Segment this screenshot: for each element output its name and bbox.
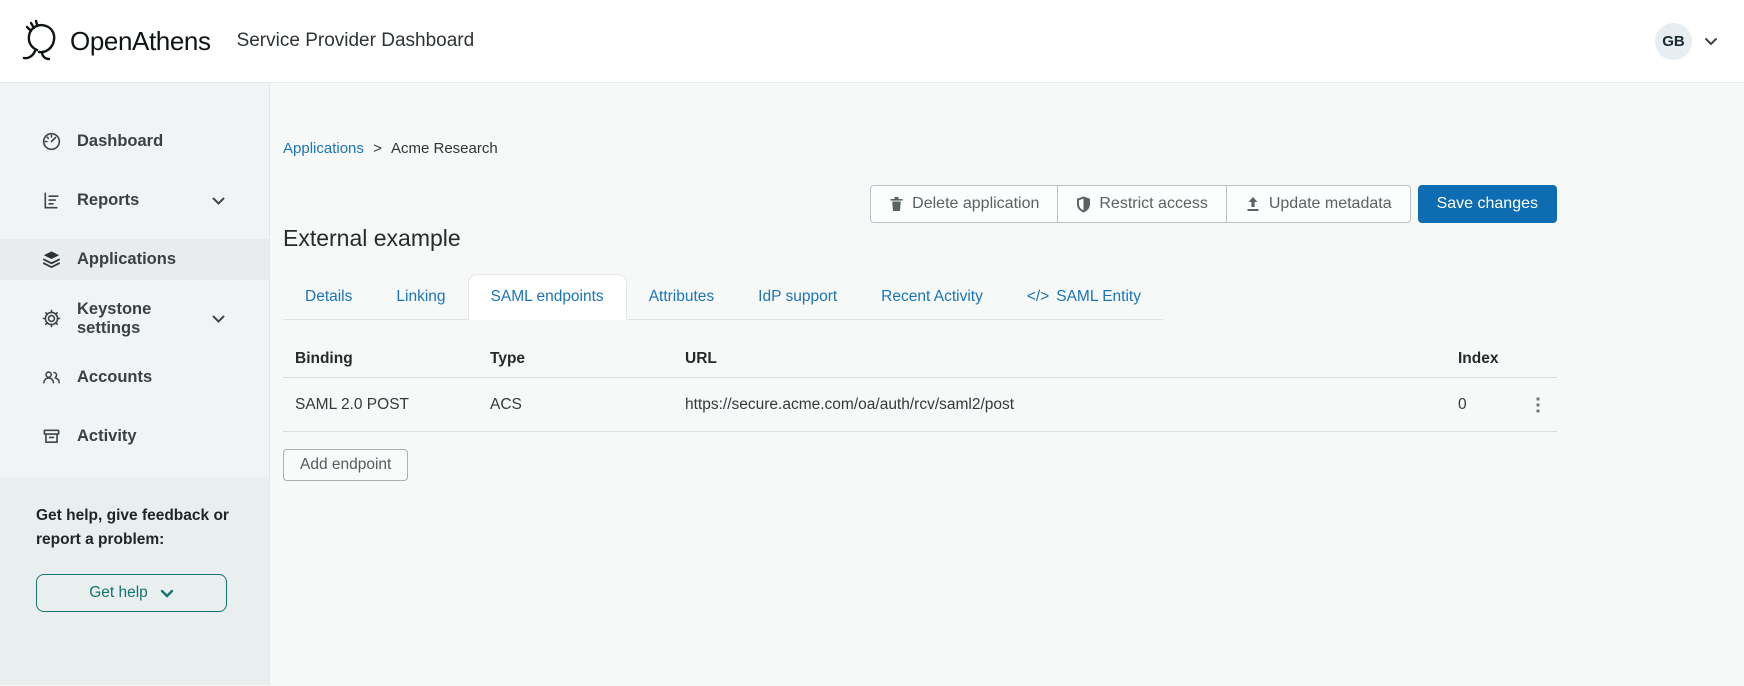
sidebar-item-label: Activity [77,427,137,445]
app-title: Service Provider Dashboard [236,30,475,51]
code-icon: </> [1026,288,1050,305]
tab-recent-activity[interactable]: Recent Activity [859,275,1005,319]
save-changes-button[interactable]: Save changes [1417,185,1557,223]
secondary-actions-group: Delete application Restrict access Updat… [870,185,1411,223]
chevron-down-icon [160,589,174,598]
delete-application-button[interactable]: Delete application [871,186,1057,222]
sidebar-item-label: Keystone settings [77,299,152,337]
column-header-binding: Binding [295,350,353,367]
breadcrumb-separator: > [373,140,382,157]
breadcrumb-current: Acme Research [391,140,498,157]
get-help-button[interactable]: Get help [36,574,227,612]
cell-url: https://secure.acme.com/oa/auth/rcv/saml… [685,395,1015,413]
tab-attributes[interactable]: Attributes [627,275,736,319]
sidebar-item-label: Reports [77,191,140,209]
applications-icon [40,249,62,271]
sidebar-item-label: Dashboard [77,132,164,150]
tab-bar: Details Linking SAML endpoints Attribute… [283,274,1163,320]
update-metadata-button[interactable]: Update metadata [1225,186,1410,222]
upload-icon [1245,196,1261,212]
kebab-menu-icon [1536,397,1540,413]
sidebar-item-activity[interactable]: Activity [0,416,269,457]
sidebar-item-reports[interactable]: Reports [0,180,269,221]
tab-idp-support[interactable]: IdP support [736,275,859,319]
cell-binding: SAML 2.0 POST [295,395,409,413]
sidebar-item-label: Accounts [77,368,153,386]
sidebar-item-keystone-settings[interactable]: Keystone settings [0,298,269,339]
sidebar: Dashboard Reports Applications Keystone … [0,83,270,685]
table-row: SAML 2.0 POST ACS https://secure.acme.co… [283,378,1557,432]
tab-details[interactable]: Details [283,275,374,319]
column-header-type: Type [490,350,526,367]
reports-icon [40,190,62,212]
table-header-row: Binding Type URL Index [283,350,1557,378]
page-title: External example [283,225,461,251]
shield-icon [1076,196,1091,213]
brand-name: OpenAthens [70,25,211,56]
column-header-url: URL [685,350,717,367]
openathens-owl-icon [18,18,62,64]
accounts-icon [40,367,62,389]
main-content: Applications > Acme Research Delete appl… [270,83,1744,685]
tab-saml-endpoints[interactable]: SAML endpoints [467,274,627,320]
keystone-settings-icon [40,308,62,330]
activity-icon [40,426,62,448]
tab-saml-entity[interactable]: </> SAML Entity [1005,275,1163,319]
sidebar-item-label: Applications [77,250,177,268]
cell-index: 0 [1458,395,1467,413]
sidebar-item-applications[interactable]: Applications [0,239,269,280]
trash-icon [889,196,904,212]
column-header-index: Index [1458,350,1499,367]
saml-endpoints-table: Binding Type URL Index SAML 2.0 POST ACS… [283,350,1557,432]
restrict-access-button[interactable]: Restrict access [1057,186,1225,222]
dashboard-icon [40,131,62,153]
help-box: Get help, give feedback or report a prob… [0,477,269,685]
chevron-down-icon [212,315,225,323]
breadcrumb: Applications > Acme Research [283,140,1557,157]
tab-linking[interactable]: Linking [374,275,467,319]
cell-type: ACS [490,395,522,413]
chevron-down-icon [212,197,225,205]
row-menu-button[interactable] [1530,393,1546,417]
account-chevron-down-icon[interactable] [1704,37,1718,46]
page-actions: Delete application Restrict access Updat… [283,185,1557,223]
add-endpoint-button[interactable]: Add endpoint [283,449,409,481]
breadcrumb-applications-link[interactable]: Applications [283,140,364,157]
sidebar-item-accounts[interactable]: Accounts [0,357,269,398]
top-header: OpenAthens Service Provider Dashboard GB [0,0,1744,83]
help-text: Get help, give feedback or report a prob… [36,507,229,548]
sidebar-item-dashboard[interactable]: Dashboard [0,121,269,162]
avatar[interactable]: GB [1655,22,1692,60]
brand: OpenAthens [18,18,211,64]
